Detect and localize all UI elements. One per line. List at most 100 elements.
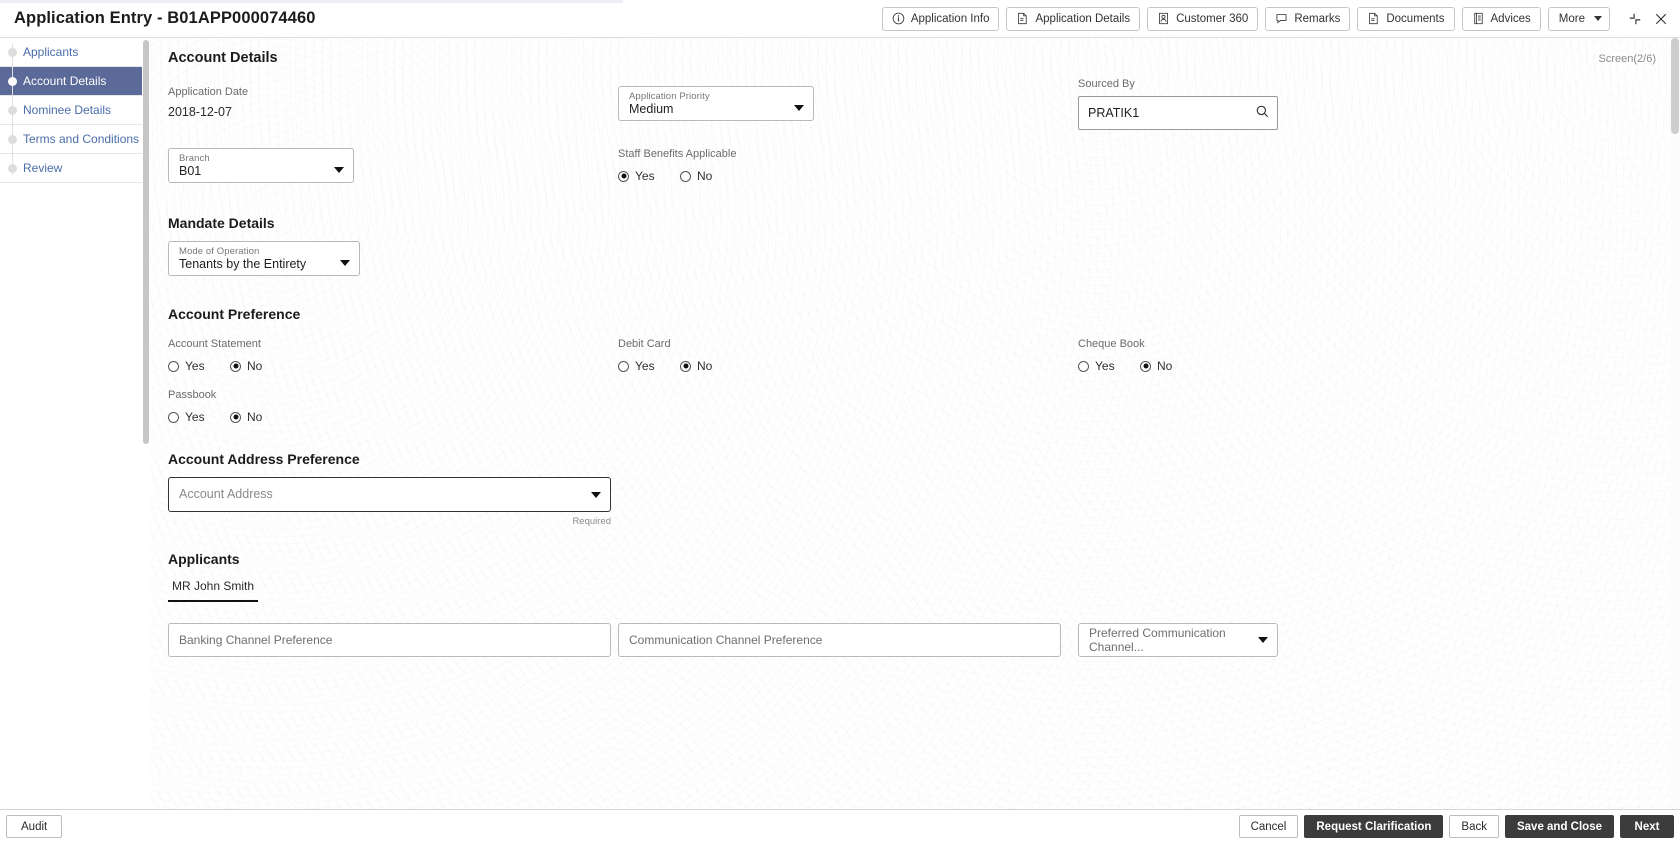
preferred-communication-channel-control[interactable]: Preferred Communication Channel... [1078,623,1278,657]
staff-benefits-group: Staff Benefits Applicable Yes No [618,148,878,183]
sidebar-item-account-details[interactable]: Account Details [0,67,149,96]
next-button[interactable]: Next [1620,815,1674,838]
mode-of-operation-control[interactable]: Mode of Operation Tenants by the Entiret… [168,241,360,276]
sidebar-nav: Applicants Account Details Nominee Detai… [0,38,149,183]
audit-button[interactable]: Audit [6,815,63,838]
account-address-control[interactable]: Account Address [168,477,611,512]
sidebar-scrollbar-thumb[interactable] [143,40,149,444]
debit-card-yes[interactable]: Yes [618,359,680,373]
tab-mr-john-smith[interactable]: MR John Smith [168,579,259,602]
chevron-down-icon [340,259,350,266]
staff-benefits-yes[interactable]: Yes [618,169,680,183]
branch-select-control[interactable]: Branch B01 [168,148,354,183]
application-details-button[interactable]: Application Details [1006,6,1141,31]
sidebar-item-label: Applicants [23,45,79,59]
mode-of-operation-select[interactable]: Mode of Operation Tenants by the Entiret… [168,241,360,276]
branch-label: Branch [179,153,210,164]
account-address-field[interactable]: Account Address Required [168,477,611,527]
preferred-communication-channel-field[interactable]: Preferred Communication Channel... [1078,623,1278,657]
application-priority-control[interactable]: Application Priority Medium [618,86,814,121]
window-controls [1628,12,1672,26]
main-scrollbar-thumb[interactable] [1671,38,1679,134]
step-dot-icon [8,76,17,86]
staff-benefits-radios: Yes No [618,169,878,183]
remarks-label: Remarks [1294,12,1341,25]
debit-card-group: Debit Card Yes No [618,338,878,373]
customer-360-button[interactable]: Customer 360 [1147,6,1259,31]
info-circle-icon [892,12,905,25]
page-title: Application Entry - B01APP000074460 [14,9,316,27]
applicants-title: Applicants [168,551,240,567]
sidebar-item-label: Terms and Conditions [23,132,140,146]
collapse-icon[interactable] [1628,12,1642,26]
radio-icon [230,411,241,423]
application-window: Application Entry - B01APP000074460 Appl… [0,0,1680,843]
sidebar-item-label: Nominee Details [23,103,112,117]
sidebar-item-applicants[interactable]: Applicants [0,38,149,67]
debit-card-no-label: No [697,359,713,373]
sourced-by-block: Sourced By PRATIK1 [1078,78,1278,130]
passbook-label: Passbook [168,389,217,401]
request-clarification-button[interactable]: Request Clarification [1304,815,1444,838]
application-info-button[interactable]: Application Info [881,6,1000,31]
communication-channel-preference-control[interactable]: Communication Channel Preference [618,623,1061,657]
save-and-close-button[interactable]: Save and Close [1504,815,1614,838]
chevron-down-icon [1258,637,1268,643]
account-preference-title: Account Preference [168,306,301,322]
banking-channel-preference-field[interactable]: Banking Channel Preference [168,623,611,657]
account-address-preference-title: Account Address Preference [168,451,360,467]
remarks-button[interactable]: Remarks [1265,6,1351,31]
account-statement-label: Account Statement [168,338,261,350]
more-button[interactable]: More [1547,6,1610,31]
debit-card-no[interactable]: No [680,359,712,373]
staff-benefits-no[interactable]: No [680,169,712,183]
passbook-group: Passbook Yes No [168,389,428,424]
cheque-book-label: Cheque Book [1078,338,1145,350]
documents-button[interactable]: Documents [1357,6,1455,31]
banking-channel-preference-control[interactable]: Banking Channel Preference [168,623,611,657]
radio-icon [168,360,179,372]
application-date-label: Application Date [168,86,249,98]
sidebar-item-review[interactable]: Review [0,154,149,183]
cheque-book-no[interactable]: No [1140,359,1172,373]
account-statement-yes[interactable]: Yes [168,359,230,373]
communication-channel-preference-field[interactable]: Communication Channel Preference [618,623,1061,657]
back-button[interactable]: Back [1449,815,1499,838]
cheque-book-radios: Yes No [1078,359,1338,373]
account-statement-yes-label: Yes [185,359,205,373]
form-content: Account Details Screen(2/6) Application … [150,38,1680,809]
radio-icon [618,170,629,182]
sourced-by-input[interactable]: PRATIK1 [1078,96,1278,130]
sidebar-item-label: Review [23,161,63,175]
account-statement-no[interactable]: No [230,359,262,373]
passbook-yes[interactable]: Yes [168,410,230,424]
sidebar-item-label: Account Details [23,74,107,88]
applicant-tabs: MR John Smith [168,577,1662,602]
step-dot-icon [8,47,17,57]
account-address-preference-section: Account Address Preference Account Addre… [168,451,1662,527]
branch-select[interactable]: Branch B01 [168,148,354,183]
sidebar-scrollbar[interactable] [142,38,150,809]
application-priority-select[interactable]: Application Priority Medium [618,86,814,121]
cancel-button[interactable]: Cancel [1238,815,1299,838]
mode-of-operation-label: Mode of Operation [179,246,260,257]
chevron-down-icon [1594,16,1602,21]
debit-card-yes-label: Yes [635,359,655,373]
title-bar-accent [0,0,623,3]
debit-card-label: Debit Card [618,338,671,350]
search-icon[interactable] [1255,104,1270,122]
passbook-no[interactable]: No [230,410,262,424]
cheque-book-yes[interactable]: Yes [1078,359,1140,373]
close-icon[interactable] [1654,12,1668,26]
sourced-by-value: PRATIK1 [1088,106,1140,120]
customer-360-label: Customer 360 [1176,12,1249,25]
applicants-section: Applicants MR John Smith Banking Channel… [168,551,1662,683]
advices-button[interactable]: Advices [1461,6,1541,31]
sidebar-item-terms-and-conditions[interactable]: Terms and Conditions [0,125,149,154]
cheque-book-yes-label: Yes [1095,359,1115,373]
documents-icon [1367,12,1380,25]
sidebar-item-nominee-details[interactable]: Nominee Details [0,96,149,125]
application-date-value: 2018-12-07 [168,105,232,119]
main-scrollbar[interactable] [1670,38,1680,809]
debit-card-radios: Yes No [618,359,878,373]
